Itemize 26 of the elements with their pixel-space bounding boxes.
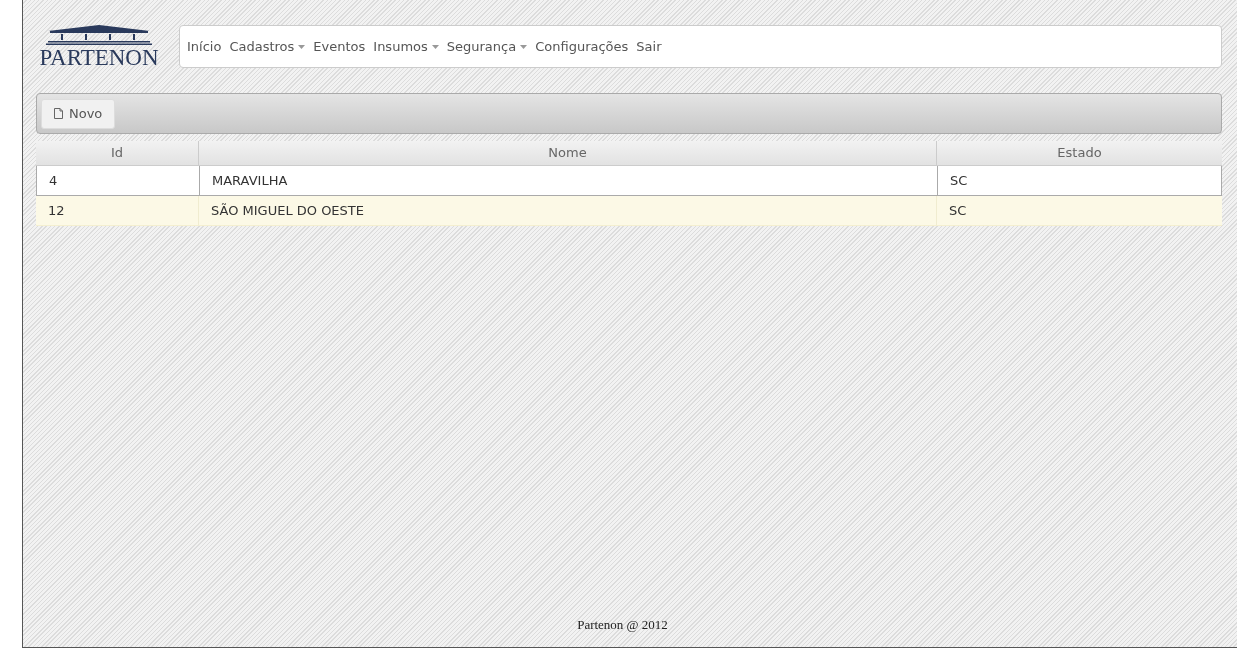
column-header[interactable]: Estado [936, 141, 1222, 165]
nav-link[interactable]: Insumos [373, 36, 439, 57]
nav-link[interactable]: Configurações [535, 36, 629, 57]
temple-icon [46, 25, 152, 45]
document-icon [54, 108, 63, 119]
table-row[interactable]: 4 MARAVILHA SC [36, 166, 1222, 196]
new-button[interactable]: Novo [41, 98, 116, 129]
caret-icon [298, 44, 306, 49]
table-cell: MARAVILHA [199, 166, 937, 195]
nav-link[interactable]: Eventos [313, 36, 366, 57]
table-cell-text: 4 [48, 171, 59, 190]
logo-text: PARTENON [39, 45, 159, 71]
caret-icon [431, 44, 439, 49]
nav-link[interactable]: Início [187, 36, 222, 57]
table-cell: SC [937, 166, 1221, 195]
table-cell: SC [936, 196, 1222, 225]
table-cell: SÃO MIGUEL DO OESTE [198, 196, 936, 225]
table-cell-text: 12 [47, 201, 66, 220]
column-header[interactable]: Id [36, 141, 198, 165]
nav-link[interactable]: Segurança [446, 36, 528, 57]
caret-icon [520, 44, 528, 49]
nav-link[interactable]: Cadastros [229, 36, 306, 57]
column-header[interactable]: Nome [198, 141, 936, 165]
table-row[interactable]: 12 SÃO MIGUEL DO OESTE SC [36, 196, 1222, 226]
footer-text: Partenon @ 2012 [577, 615, 668, 634]
nav-link[interactable]: Sair [636, 36, 662, 57]
